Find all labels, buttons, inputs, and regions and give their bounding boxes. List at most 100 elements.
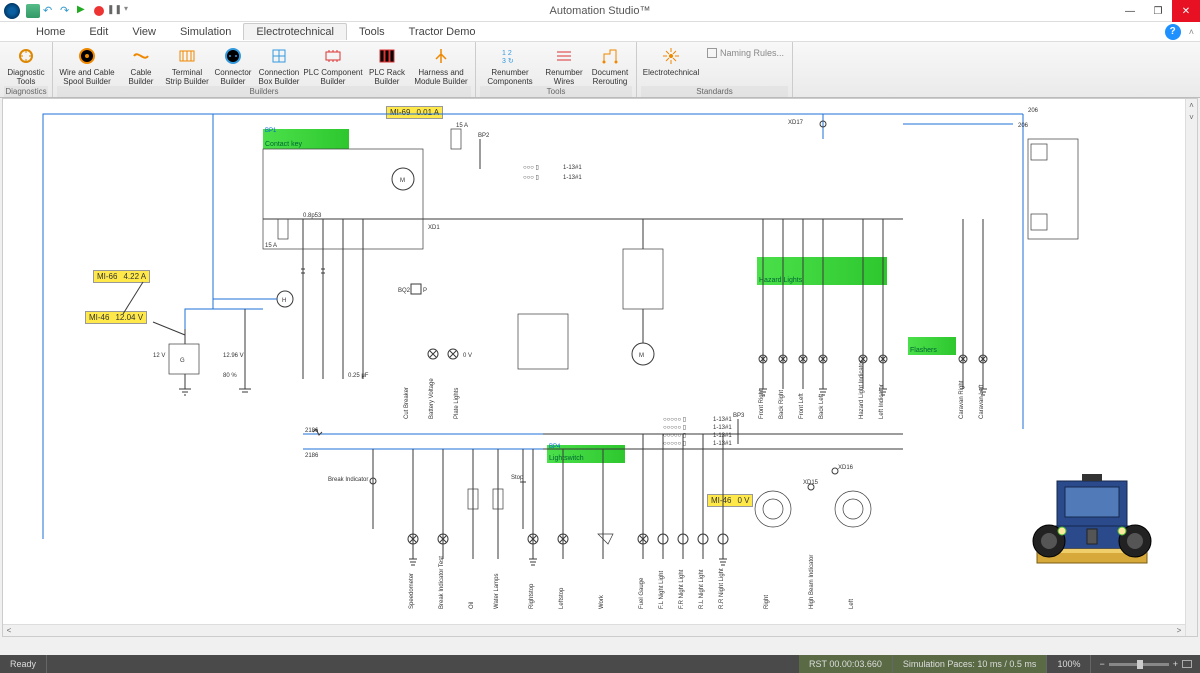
- plc-component-button[interactable]: PLC Component Builder: [303, 44, 363, 86]
- qat-undo-icon[interactable]: ↶: [43, 4, 57, 18]
- renum-comp-icon: 1 23 ↻: [500, 46, 520, 66]
- status-zoom: 100%: [1047, 655, 1091, 673]
- svg-text:XD16: XD16: [838, 465, 854, 471]
- renumber-wires-button[interactable]: Renumber Wires: [542, 44, 586, 86]
- harness-module-button[interactable]: Harness and Module Builder: [411, 44, 471, 86]
- svg-text:○○○○○ ▯: ○○○○○ ▯: [663, 425, 686, 431]
- status-paces: Simulation Paces: 10 ms / 0.5 ms: [893, 655, 1048, 673]
- ribbon-expand-icon[interactable]: ˄: [1189, 27, 1194, 37]
- ribbon-group-tools: 1 23 ↻Renumber Components Renumber Wires…: [476, 42, 637, 97]
- svg-text:Plate Lights: Plate Lights: [454, 388, 460, 419]
- svg-text:12.96 V: 12.96 V: [223, 353, 244, 359]
- scroll-down-icon[interactable]: ˅: [1186, 111, 1197, 123]
- qat-dropdown-icon[interactable]: ▾: [124, 4, 138, 18]
- tab-simulation[interactable]: Simulation: [168, 24, 243, 40]
- vertical-scrollbar[interactable]: ˄˅: [1185, 99, 1197, 636]
- svg-text:Stop: Stop: [511, 475, 524, 481]
- group-label: Builders: [57, 86, 471, 97]
- svg-text:Break Indicator: Break Indicator: [328, 477, 368, 483]
- svg-text:Front Right: Front Right: [759, 389, 765, 419]
- tab-electrotechnical[interactable]: Electrotechnical: [243, 23, 347, 40]
- group-label: Tools: [480, 86, 632, 97]
- renum-wire-icon: [554, 46, 574, 66]
- svg-text:15 A: 15 A: [265, 243, 277, 249]
- svg-text:Left Indicator: Left Indicator: [879, 384, 885, 419]
- tab-view[interactable]: View: [120, 24, 168, 40]
- connection-box-button[interactable]: Connection Box Builder: [257, 44, 301, 86]
- document-rerouting-button[interactable]: Document Rerouting: [588, 44, 632, 86]
- svg-text:High Beam Indicator: High Beam Indicator: [809, 555, 815, 609]
- svg-text:F.R Night Light: F.R Night Light: [679, 569, 685, 609]
- naming-rules-check[interactable]: Naming Rules...: [703, 44, 788, 62]
- svg-text:○○○○○ ▯: ○○○○○ ▯: [663, 417, 686, 423]
- zoom-fit-icon[interactable]: [1182, 660, 1192, 668]
- qat-record-icon[interactable]: [94, 6, 104, 16]
- close-button[interactable]: ✕: [1172, 0, 1200, 22]
- schematic-canvas[interactable]: MI-690.01 A MI-664.22 A MI-4612.04 V MI-…: [2, 98, 1198, 637]
- status-ready: Ready: [0, 655, 47, 673]
- svg-text:M: M: [639, 353, 644, 359]
- plc-rack-button[interactable]: PLC Rack Builder: [365, 44, 409, 86]
- svg-text:1-13#1: 1-13#1: [713, 425, 732, 431]
- rack-icon: [377, 46, 397, 66]
- tab-tractor-demo[interactable]: Tractor Demo: [397, 24, 488, 40]
- zoom-in-icon[interactable]: +: [1173, 659, 1178, 669]
- ribbon-group-builders: Wire and Cable Spool Builder Cable Build…: [53, 42, 476, 97]
- ribbon: Diagnostic Tools Diagnostics Wire and Ca…: [0, 42, 1200, 98]
- svg-text:15 A: 15 A: [456, 123, 468, 129]
- zoom-slider[interactable]: − +: [1091, 659, 1200, 669]
- svg-text:0 V: 0 V: [463, 353, 472, 359]
- qat-save-icon[interactable]: [26, 4, 40, 18]
- terminal-strip-button[interactable]: Terminal Strip Builder: [165, 44, 209, 86]
- ribbon-group-diagnostics: Diagnostic Tools Diagnostics: [0, 42, 53, 97]
- title-bar: ↶ ↷ ▶ ❚❚ ▾ Automation Studio™ — ❐ ✕: [0, 0, 1200, 22]
- app-logo-icon: [4, 3, 20, 19]
- group-label: Diagnostics: [4, 86, 48, 97]
- tab-tools[interactable]: Tools: [347, 24, 397, 40]
- minimize-button[interactable]: —: [1116, 0, 1144, 22]
- svg-text:Oil: Oil: [469, 602, 475, 609]
- tab-home[interactable]: Home: [24, 24, 77, 40]
- help-button[interactable]: ?: [1165, 24, 1181, 40]
- ribbon-tabs: Home Edit View Simulation Electrotechnic…: [0, 22, 1200, 42]
- qat-pause-icon[interactable]: ❚❚: [107, 4, 121, 18]
- svg-text:G: G: [180, 358, 185, 364]
- svg-text:1-13#1: 1-13#1: [563, 175, 582, 181]
- connector-icon: [223, 46, 243, 66]
- electrotechnical-std-button[interactable]: Electrotechnical: [641, 44, 701, 77]
- renumber-components-button[interactable]: 1 23 ↻Renumber Components: [480, 44, 540, 86]
- qat-play-icon[interactable]: ▶: [77, 4, 91, 18]
- connector-builder-button[interactable]: Connector Builder: [211, 44, 255, 86]
- svg-text:BQ2: BQ2: [398, 288, 411, 294]
- status-rst: RST 00.00:03.660: [799, 655, 893, 673]
- harness-icon: [431, 46, 451, 66]
- maximize-button[interactable]: ❐: [1144, 0, 1172, 22]
- svg-text:Caravan Left: Caravan Left: [979, 384, 985, 419]
- diagnostic-tools-button[interactable]: Diagnostic Tools: [4, 44, 48, 86]
- plc-icon: [323, 46, 343, 66]
- svg-text:Rightstop: Rightstop: [529, 583, 535, 609]
- svg-text:R.R Night Light: R.R Night Light: [719, 568, 725, 609]
- schematic-svg: 206 206 M 15 A BP2 ○○○ ▯1-13#1 ○○○ ▯1-13…: [3, 99, 1197, 624]
- scroll-right-icon[interactable]: ˃: [1173, 625, 1185, 636]
- svg-text:XD17: XD17: [788, 120, 804, 126]
- horizontal-scrollbar[interactable]: ˂˃: [3, 624, 1185, 636]
- quick-access-toolbar[interactable]: ↶ ↷ ▶ ❚❚ ▾: [26, 4, 138, 18]
- svg-text:3 ↻: 3 ↻: [502, 58, 514, 65]
- cable-icon: [131, 46, 151, 66]
- wire-cable-spool-button[interactable]: Wire and Cable Spool Builder: [57, 44, 117, 86]
- svg-text:BP3: BP3: [733, 413, 745, 419]
- svg-text:H: H: [282, 298, 286, 304]
- svg-text:1 2: 1 2: [502, 50, 512, 57]
- tab-edit[interactable]: Edit: [77, 24, 120, 40]
- scroll-left-icon[interactable]: ˂: [3, 625, 15, 636]
- svg-text:Cut Breaker: Cut Breaker: [404, 387, 410, 419]
- status-bar: Ready RST 00.00:03.660 Simulation Paces:…: [0, 655, 1200, 673]
- cable-builder-button[interactable]: Cable Builder: [119, 44, 163, 86]
- zoom-out-icon[interactable]: −: [1099, 659, 1104, 669]
- terminal-icon: [177, 46, 197, 66]
- svg-text:2186: 2186: [305, 453, 319, 459]
- svg-text:Fuel Gauge: Fuel Gauge: [639, 577, 645, 609]
- scroll-up-icon[interactable]: ˄: [1186, 99, 1197, 111]
- qat-redo-icon[interactable]: ↷: [60, 4, 74, 18]
